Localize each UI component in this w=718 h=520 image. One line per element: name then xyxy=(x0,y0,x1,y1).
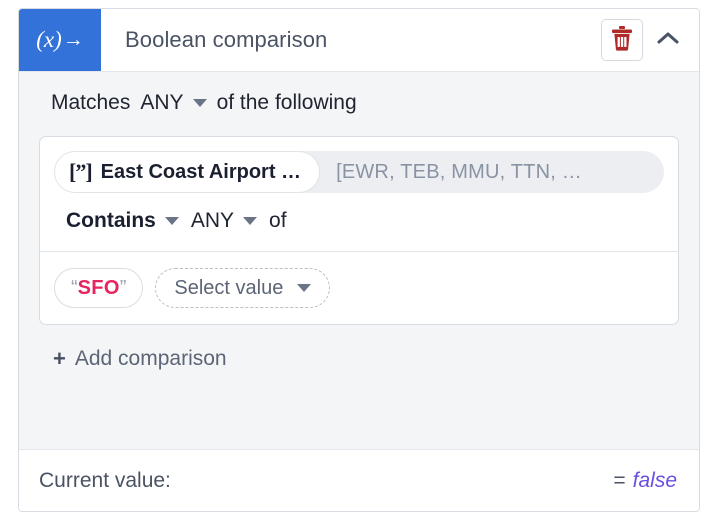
add-comparison-label: Add comparison xyxy=(74,347,227,370)
collapse-button[interactable] xyxy=(651,19,685,61)
trash-icon xyxy=(610,25,634,56)
current-value-result: = false xyxy=(613,469,677,493)
expression-node-icon-label: (x) xyxy=(36,27,62,52)
chevron-down-icon xyxy=(192,99,207,107)
quantifier-value: ANY xyxy=(190,209,235,232)
matches-row: Matches ANY of the following xyxy=(39,72,679,134)
comparison-card: [”] East Coast Airport … [EWR, TEB, MMU,… xyxy=(39,136,679,325)
comparison-subject-section: [”] East Coast Airport … [EWR, TEB, MMU,… xyxy=(40,137,678,252)
chevron-up-icon xyxy=(656,30,680,51)
operand-literal-value: SFO xyxy=(77,276,120,299)
subject-field-label: East Coast Airport … xyxy=(100,160,302,183)
operand-literal-chip[interactable]: “SFO” xyxy=(54,268,144,308)
current-value-text: false xyxy=(632,468,677,492)
panel-title: Boolean comparison xyxy=(125,27,328,52)
operator-row: Contains ANY of xyxy=(54,193,664,241)
delete-button[interactable] xyxy=(601,19,643,61)
expression-node-icon: (x) → xyxy=(19,9,101,71)
matches-suffix-label: of the following xyxy=(216,91,357,114)
chevron-down-icon xyxy=(297,284,312,292)
close-quote: ” xyxy=(119,276,127,299)
subject-field-chip[interactable]: [”] East Coast Airport … xyxy=(54,151,321,193)
match-mode-dropdown[interactable]: ANY xyxy=(140,91,207,115)
quantifier-dropdown[interactable]: ANY xyxy=(190,209,258,233)
header-actions xyxy=(601,9,699,71)
chevron-down-icon xyxy=(164,217,179,225)
match-mode-value: ANY xyxy=(140,91,184,114)
matches-prefix-label: Matches xyxy=(51,91,131,114)
panel-body: Matches ANY of the following [”] East Co… xyxy=(19,72,699,449)
operand-select-value-chip[interactable]: Select value xyxy=(155,268,331,308)
panel-header: (x) → Boolean comparison xyxy=(19,9,699,72)
operator-value: Contains xyxy=(66,209,156,232)
equals-sign: = xyxy=(613,468,626,492)
operator-dropdown[interactable]: Contains xyxy=(66,209,179,233)
comparison-operands-section: “SFO” Select value xyxy=(40,252,678,324)
current-value-label: Current value: xyxy=(39,468,171,492)
subject-value-pill: [”] East Coast Airport … [EWR, TEB, MMU,… xyxy=(54,151,664,193)
subject-value-preview: [EWR, TEB, MMU, TTN, … xyxy=(336,160,582,183)
quote-bracket-icon: [”] xyxy=(69,159,93,184)
select-value-placeholder: Select value xyxy=(174,276,284,299)
chevron-down-icon xyxy=(243,217,258,225)
expression-node-icon-arrow: → xyxy=(62,28,84,51)
operator-connector-label: of xyxy=(269,209,287,232)
open-quote: “ xyxy=(71,276,78,299)
add-comparison-button[interactable]: + Add comparison xyxy=(39,325,679,371)
plus-icon: + xyxy=(53,346,66,371)
boolean-comparison-panel: (x) → Boolean comparison Matches ANY of … xyxy=(18,8,700,512)
panel-footer: Current value: = false xyxy=(19,449,699,511)
